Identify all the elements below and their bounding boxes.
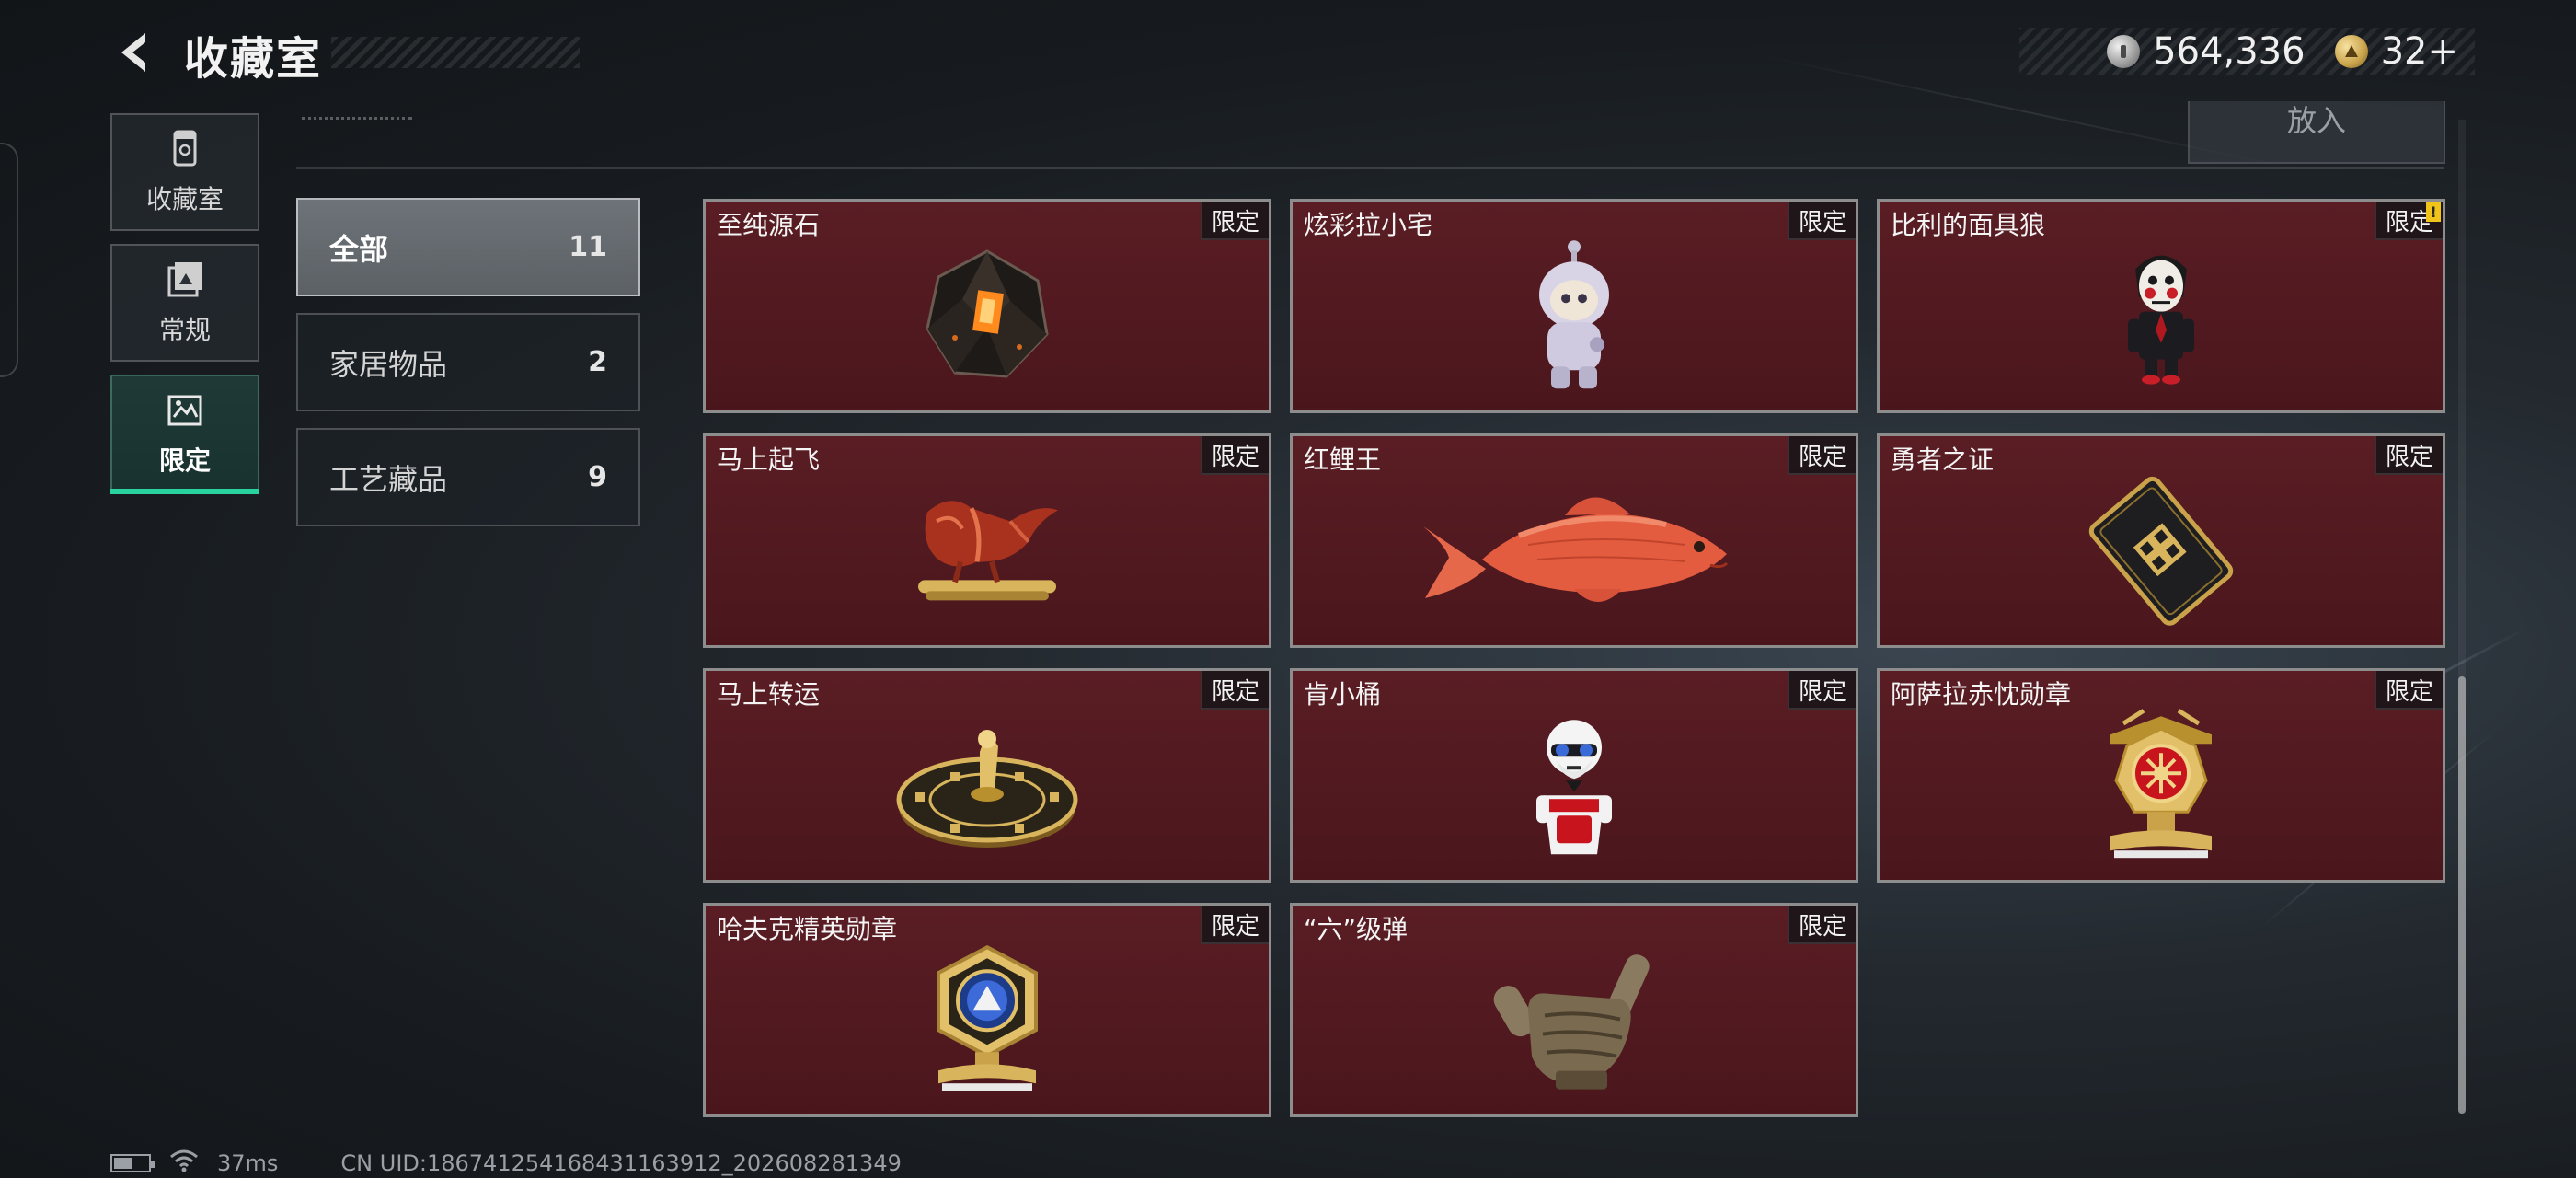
collection-card[interactable]: 比利的面具狼 限定 ! xyxy=(1877,199,2445,413)
back-arrow-icon xyxy=(121,33,145,72)
warning-badge: ! xyxy=(2426,202,2441,222)
item-name: 炫彩拉小宅 xyxy=(1304,210,1433,240)
collection-room-icon xyxy=(173,130,197,167)
limited-tag: 限定 xyxy=(1201,436,1269,475)
status-bar: 37ms CN UID:18674125416843116391​2_20260… xyxy=(110,1149,902,1178)
top-panel-strip xyxy=(296,101,2444,169)
item-name: 勇者之证 xyxy=(1891,445,1995,475)
category-count: 2 xyxy=(588,346,607,378)
put-in-button[interactable]: 放入 xyxy=(2188,101,2445,164)
limited-tag: 限定 xyxy=(2375,671,2443,710)
category-name: 全部 xyxy=(329,231,389,267)
category-count: 9 xyxy=(588,461,607,493)
limited-icon xyxy=(167,395,202,426)
title-decoration xyxy=(331,37,580,68)
scrollbar-thumb[interactable] xyxy=(2458,676,2466,1114)
back-button[interactable] xyxy=(109,26,162,79)
category-count: 11 xyxy=(569,231,607,263)
collection-card[interactable]: 炫彩拉小宅 限定 xyxy=(1290,199,1858,413)
category-list: 全部 11 家居物品 2 工艺藏品 9 xyxy=(296,198,640,543)
gold-currency-value[interactable]: 32+ xyxy=(2381,30,2458,73)
edge-pull-tab[interactable] xyxy=(0,143,18,377)
collection-card[interactable]: 勇者之证 限定 xyxy=(1877,433,2445,648)
fortune-disc-icon xyxy=(896,729,1078,848)
category-name: 家居物品 xyxy=(329,346,448,382)
side-nav-collection-room[interactable]: 收藏室 xyxy=(110,113,259,231)
asara-medal-icon xyxy=(2110,708,2212,858)
horse-statue-icon xyxy=(918,500,1058,600)
category-home-items[interactable]: 家居物品 2 xyxy=(296,313,640,411)
side-nav-label: 常规 xyxy=(158,315,211,345)
crystal-icon xyxy=(926,248,1049,378)
figure-icon xyxy=(1539,239,1609,388)
item-name: 至纯源石 xyxy=(717,210,821,240)
collection-card[interactable]: 肯小桶 限定 xyxy=(1290,668,1858,883)
item-name: 马上起飞 xyxy=(717,445,821,475)
side-nav: 收藏室 常规 限定 xyxy=(110,113,259,505)
uid-text: CN UID:18674125416843116391​2_2026082813… xyxy=(340,1150,902,1176)
brave-card-icon xyxy=(2088,476,2234,626)
item-name: 哈夫克精英勋章 xyxy=(717,914,898,944)
cut-off-text xyxy=(302,103,412,120)
limited-tag: 限定 xyxy=(1788,436,1856,475)
item-name: 肯小桶 xyxy=(1304,679,1382,710)
category-craft-collectibles[interactable]: 工艺藏品 9 xyxy=(296,428,640,526)
item-name: 马上转运 xyxy=(717,679,821,710)
limited-tag: 限定 xyxy=(1788,671,1856,710)
page-title: 收藏室 xyxy=(184,33,323,85)
side-nav-label: 收藏室 xyxy=(145,184,224,214)
wifi-icon xyxy=(169,1149,199,1178)
collection-card[interactable]: 马上起飞 限定 xyxy=(703,433,1271,648)
collection-card[interactable]: “六”级弹 限定 xyxy=(1290,903,1858,1117)
item-name: 红鲤王 xyxy=(1304,445,1382,475)
item-name: “六”级弹 xyxy=(1304,914,1409,944)
red-carp-icon xyxy=(1423,496,1729,602)
put-in-label: 放入 xyxy=(2286,103,2346,138)
collection-card[interactable]: 阿萨拉赤忱勋章 限定 xyxy=(1877,668,2445,883)
category-name: 工艺藏品 xyxy=(329,461,448,497)
limited-tag: 限定 xyxy=(1201,671,1269,710)
collection-card[interactable]: 至纯源石 限定 xyxy=(703,199,1271,413)
battery-icon xyxy=(110,1154,155,1172)
collection-grid: 至纯源石 限定 炫彩拉小宅 限定 比利的面具狼 限定 ! 马上起飞 限定 红鲤王… xyxy=(703,199,2445,1117)
gold-coin-icon xyxy=(2334,35,2368,68)
limited-tag: 限定 xyxy=(2375,436,2443,475)
silver-coin-icon xyxy=(2107,35,2141,68)
collection-card[interactable]: 马上转运 限定 xyxy=(703,668,1271,883)
header: 收藏室 564,336 32+ xyxy=(0,0,2576,101)
collection-card[interactable]: 红鲤王 限定 xyxy=(1290,433,1858,648)
item-name: 阿萨拉赤忱勋章 xyxy=(1891,679,2072,710)
puppet-icon xyxy=(2128,255,2194,385)
limited-tag: 限定 xyxy=(1788,906,1856,944)
side-nav-label: 限定 xyxy=(158,445,211,476)
six-grade-hand-icon xyxy=(1493,953,1650,1090)
item-name: 比利的面具狼 xyxy=(1891,210,2046,240)
collection-card[interactable]: 哈夫克精英勋章 限定 xyxy=(703,903,1271,1117)
regular-icon xyxy=(167,262,202,297)
limited-tag: 限定 xyxy=(1201,202,1269,240)
haavk-elite-medal-icon xyxy=(937,944,1038,1091)
limited-tag: 限定 xyxy=(1201,906,1269,944)
ping-value: 37ms xyxy=(217,1150,279,1176)
silver-currency-value: 564,336 xyxy=(2153,30,2306,73)
category-all[interactable]: 全部 11 xyxy=(296,198,640,296)
limited-tag: 限定 xyxy=(1788,202,1856,240)
side-nav-limited[interactable]: 限定 xyxy=(110,375,259,494)
kfc-bucket-figure-icon xyxy=(1536,719,1612,854)
side-nav-regular[interactable]: 常规 xyxy=(110,244,259,362)
currency-bar: 564,336 32+ xyxy=(2019,28,2475,75)
